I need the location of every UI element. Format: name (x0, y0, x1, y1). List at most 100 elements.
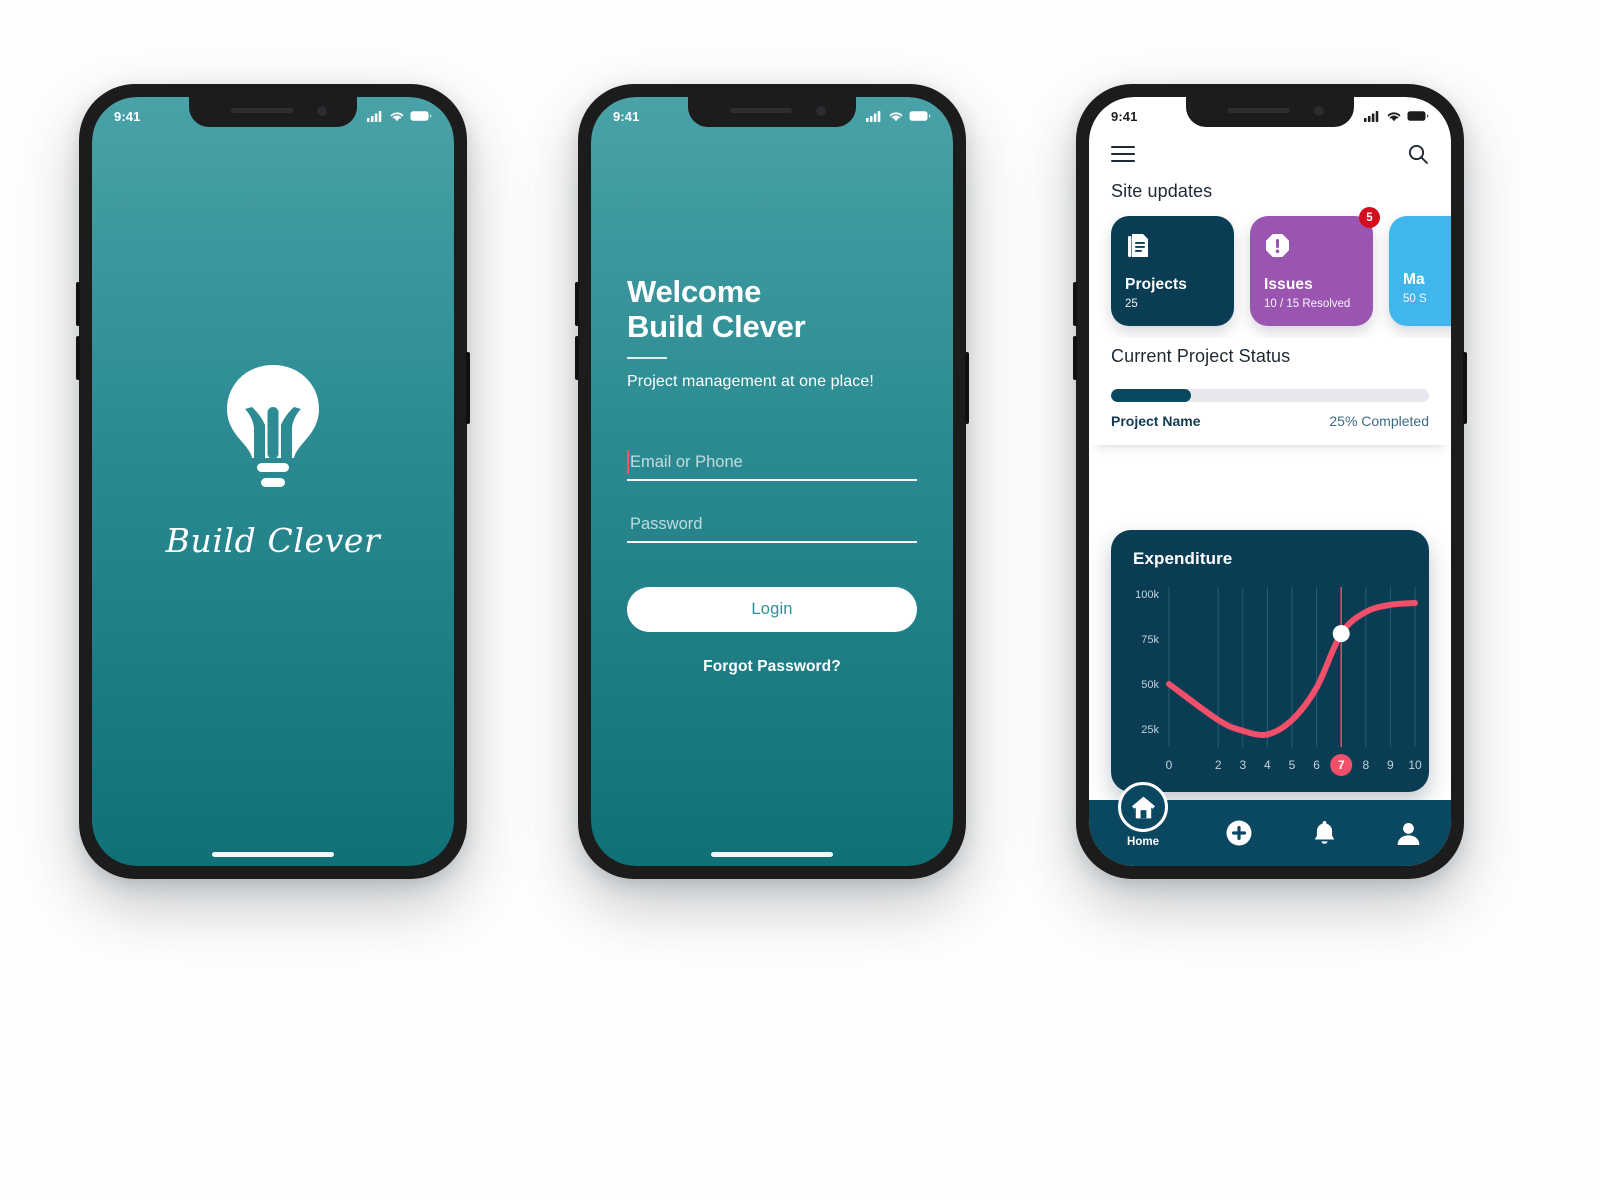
phone-dashboard: 9:41 Site updates Projects 25 5 Issues 1… (1073, 84, 1467, 879)
svg-text:4: 4 (1264, 758, 1271, 772)
earpiece-speaker (730, 108, 792, 113)
email-or-phone-field[interactable] (627, 450, 917, 482)
svg-text:100k: 100k (1135, 589, 1159, 601)
site-updates-card-list[interactable]: Projects 25 5 Issues 10 / 15 Resolved Ma… (1089, 202, 1451, 338)
notch (189, 97, 357, 127)
home-icon (1131, 796, 1155, 818)
card-subtitle: 50 S (1403, 293, 1427, 305)
svg-text:3: 3 (1239, 758, 1246, 772)
home-button-circle (1118, 782, 1168, 832)
wifi-icon (390, 112, 404, 122)
volume-down-button[interactable] (575, 336, 579, 380)
svg-text:2: 2 (1215, 758, 1222, 772)
notch (1186, 97, 1354, 127)
status-bar-time: 9:41 (613, 108, 640, 124)
login-heading-line2: Build Clever (627, 308, 806, 344)
nav-item-home[interactable]: Home (1115, 782, 1171, 848)
volume-up-button[interactable] (1073, 282, 1077, 326)
lightbulb-icon (227, 365, 319, 487)
forgot-password-link[interactable]: Forgot Password? (627, 658, 917, 676)
status-bar-time: 9:41 (1111, 108, 1138, 124)
volume-up-button[interactable] (76, 282, 80, 326)
card-title: Issues (1264, 276, 1313, 293)
hamburger-menu-icon[interactable] (1111, 141, 1135, 167)
card-subtitle: 10 / 15 Resolved (1264, 298, 1351, 310)
nav-item-notifications[interactable] (1282, 819, 1367, 847)
splash-content: Build Clever (92, 97, 454, 866)
svg-text:75k: 75k (1141, 634, 1159, 646)
password-field[interactable] (627, 515, 917, 544)
chart-x-tick-labels: 0 2 3 4 5 6 7 8 9 10 (1166, 754, 1422, 776)
signal-icon (866, 111, 881, 122)
volume-down-button[interactable] (1073, 336, 1077, 380)
front-camera (816, 106, 826, 116)
person-icon (1397, 822, 1420, 845)
expenditure-chart-card: Expenditure 25k 50k 75k 100k 0 2 3 4 5 6… (1111, 530, 1429, 792)
phone-splash: 9:41 Build Clever (76, 84, 470, 879)
card-projects[interactable]: Projects 25 (1111, 216, 1234, 326)
status-bar-time: 9:41 (114, 108, 141, 124)
password-input[interactable] (627, 515, 917, 535)
svg-text:8: 8 (1362, 758, 1369, 772)
login-heading-block: Welcome Build Clever Project management … (627, 274, 917, 391)
progress-labels: Project Name 25% Completed (1111, 413, 1429, 429)
status-bar-icons (1364, 110, 1429, 122)
chart-highlight-marker (1332, 625, 1350, 643)
home-indicator[interactable] (212, 852, 334, 857)
earpiece-speaker (1228, 108, 1290, 113)
volume-up-button[interactable] (575, 282, 579, 326)
screenshot-stage: 9:41 Build Clever 9:41 Welcome Build Cle… (0, 0, 1600, 1200)
earpiece-speaker (231, 108, 293, 113)
chart-y-tick-labels: 25k 50k 75k 100k (1135, 589, 1159, 736)
login-content: Welcome Build Clever Project management … (591, 97, 953, 866)
nav-home-label: Home (1127, 836, 1159, 848)
svg-text:9: 9 (1387, 758, 1394, 772)
login-button[interactable]: Login (627, 587, 917, 633)
card-materials[interactable]: Ma 50 S (1389, 216, 1451, 326)
chart-title: Expenditure (1133, 549, 1233, 568)
project-status-block: Project Name 25% Completed (1089, 367, 1451, 445)
svg-text:6: 6 (1313, 758, 1320, 772)
wifi-icon (1387, 112, 1401, 122)
dashboard-screen: 9:41 Site updates Projects 25 5 Issues 1… (1089, 97, 1451, 866)
document-list-icon (1125, 232, 1220, 264)
expenditure-line-chart: 25k 50k 75k 100k 0 2 3 4 5 6 7 8 9 10 (1135, 587, 1422, 776)
login-screen: 9:41 Welcome Build Clever Project manage… (591, 97, 953, 866)
home-indicator[interactable] (711, 852, 833, 857)
status-bar-icons (866, 110, 931, 122)
svg-text:50k: 50k (1141, 679, 1159, 691)
power-button[interactable] (965, 352, 969, 424)
svg-text:25k: 25k (1141, 724, 1159, 736)
progress-percent-label: 25% Completed (1329, 413, 1429, 429)
svg-text:5: 5 (1289, 758, 1296, 772)
signal-icon (1364, 111, 1379, 122)
phone-login: 9:41 Welcome Build Clever Project manage… (575, 84, 969, 879)
svg-text:7: 7 (1338, 758, 1345, 772)
text-cursor (627, 450, 629, 475)
nav-item-profile[interactable] (1366, 820, 1451, 847)
power-button[interactable] (466, 352, 470, 424)
search-icon[interactable] (1407, 143, 1429, 165)
nav-item-add[interactable] (1197, 819, 1282, 847)
card-subtitle: 25 (1125, 298, 1138, 310)
volume-down-button[interactable] (76, 336, 80, 380)
progress-project-name: Project Name (1111, 413, 1201, 429)
svg-text:10: 10 (1408, 758, 1422, 772)
card-issues[interactable]: 5 Issues 10 / 15 Resolved (1250, 207, 1380, 326)
notch (688, 97, 856, 127)
login-heading-line1: Welcome (627, 274, 762, 309)
bell-icon (1314, 821, 1334, 844)
email-or-phone-input[interactable] (627, 453, 917, 473)
plus-circle-icon (1226, 820, 1252, 846)
battery-icon (1407, 111, 1429, 121)
login-subtitle: Project management at one place! (627, 373, 874, 391)
signal-icon (367, 111, 382, 122)
svg-text:0: 0 (1166, 758, 1173, 772)
battery-icon (410, 111, 432, 121)
app-name: Build Clever (165, 521, 381, 560)
chart-plot-area: 25k 50k 75k 100k 0 2 3 4 5 6 7 8 9 10 (1111, 577, 1429, 787)
power-button[interactable] (1463, 352, 1467, 424)
project-status-title: Current Project Status (1111, 346, 1291, 366)
login-form: Login Forgot Password? (627, 450, 917, 676)
card-title: Ma (1403, 271, 1425, 288)
